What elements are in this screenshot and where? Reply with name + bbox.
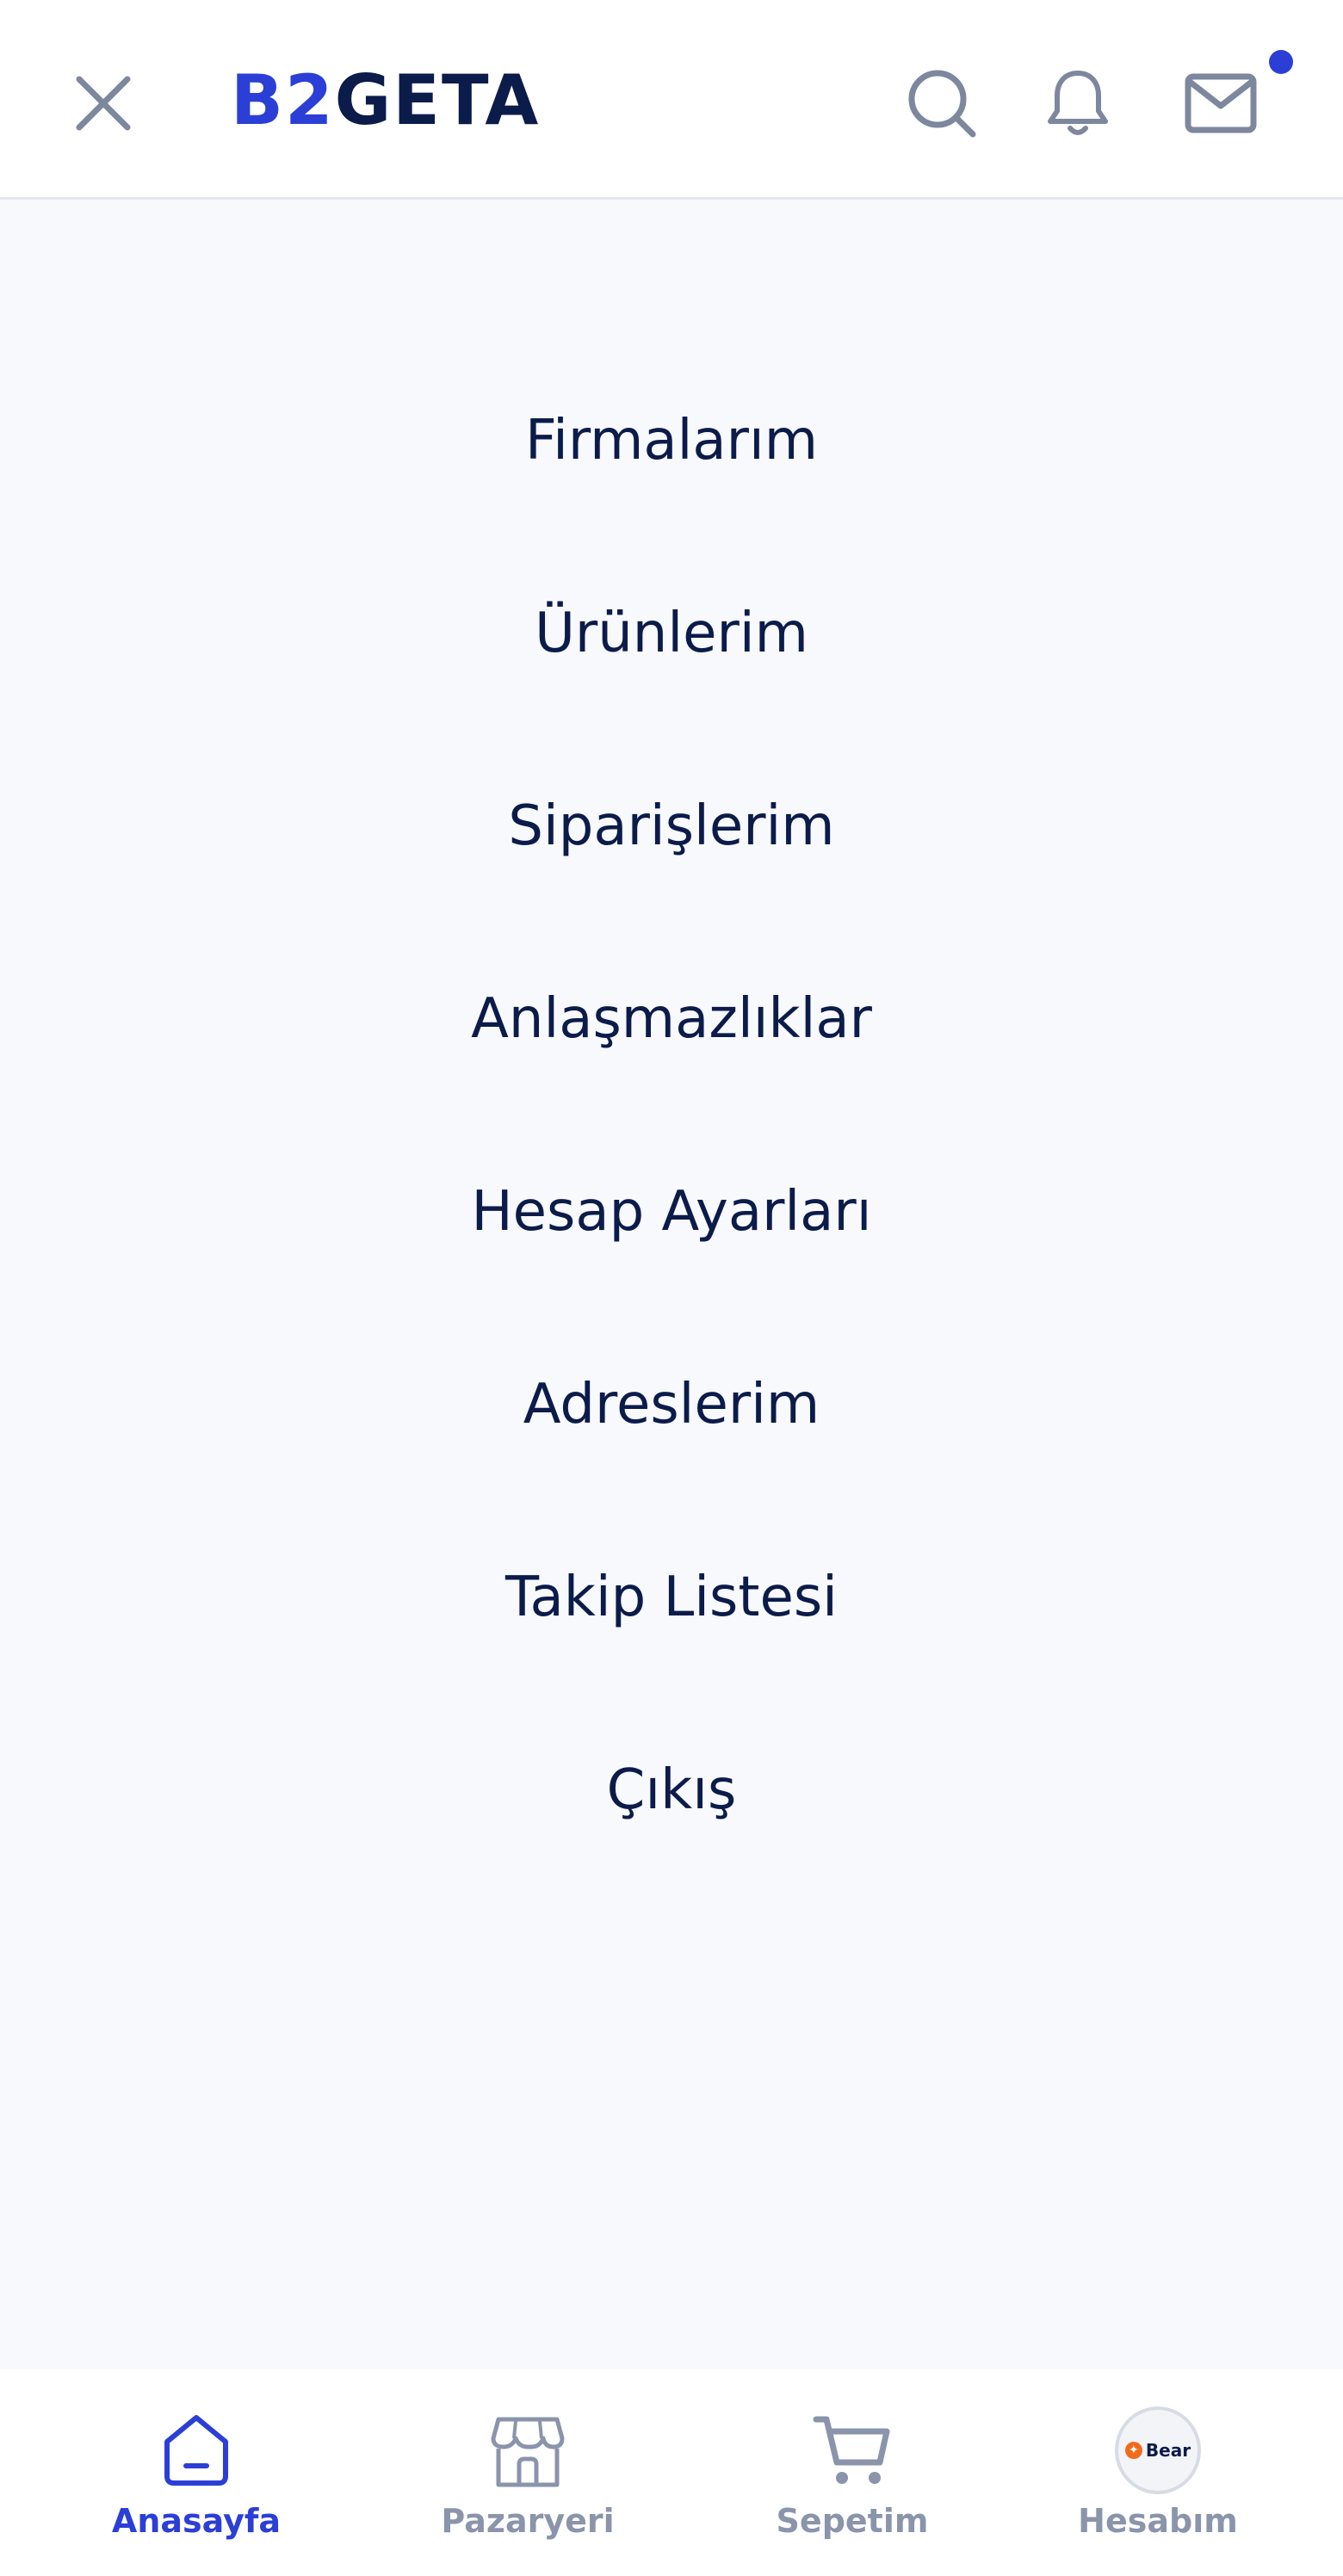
menu-item-anlasmazliklar[interactable]: Anlaşmazlıklar [0, 923, 1343, 1115]
menu-item-firmalarim[interactable]: Firmalarım [0, 344, 1343, 537]
app-root: B2GETA Firmalarım Ürünlerim Siparişleri [0, 0, 1343, 2576]
menu-item-takip-listesi[interactable]: Takip Listesi [0, 1501, 1343, 1694]
close-icon [76, 76, 131, 131]
mail-icon [1185, 73, 1257, 133]
unread-indicator [1269, 50, 1293, 74]
nav-item-anasayfa[interactable]: Anasayfa [110, 2369, 282, 2576]
search-icon [908, 70, 976, 138]
logo-text-geta: GETA [334, 60, 541, 140]
account-menu: Firmalarım Ürünlerim Siparişlerim Anlaşm… [0, 344, 1343, 1887]
logo-text-b2: B2 [231, 60, 335, 140]
nav-label: Anasayfa [111, 2502, 282, 2540]
home-icon [164, 2415, 228, 2486]
bear-logo-icon: ✦ [1124, 2442, 1142, 2459]
menu-item-siparislerim[interactable]: Siparişlerim [0, 730, 1343, 923]
avatar-text: Bear [1145, 2440, 1191, 2461]
menu-item-urunlerim[interactable]: Ürünlerim [0, 537, 1343, 730]
menu-item-cikis[interactable]: Çıkış [0, 1694, 1343, 1887]
notifications-button[interactable] [1035, 60, 1121, 146]
store-icon [491, 2417, 565, 2487]
avatar: ✦ Bear [1115, 2406, 1201, 2494]
bell-icon [1048, 71, 1108, 135]
nav-label: Pazaryeri [441, 2502, 615, 2540]
cart-icon [813, 2416, 890, 2484]
close-menu-button[interactable] [67, 67, 139, 139]
menu-item-adreslerim[interactable]: Adreslerim [0, 1308, 1343, 1501]
nav-label: Sepetim [776, 2502, 929, 2540]
nav-item-sepetim[interactable]: Sepetim [766, 2369, 938, 2576]
top-header: B2 GETA [0, 0, 1343, 200]
search-button[interactable] [899, 60, 985, 146]
nav-item-hesabim[interactable]: ✦ Bear Hesabım [1076, 2369, 1240, 2576]
messages-button[interactable] [1178, 60, 1264, 146]
brand-logo[interactable]: B2 GETA [231, 60, 541, 140]
menu-item-hesap-ayarlari[interactable]: Hesap Ayarları [0, 1115, 1343, 1308]
nav-item-pazaryeri[interactable]: Pazaryeri [437, 2369, 618, 2576]
nav-label: Hesabım [1078, 2502, 1238, 2540]
bottom-navigation: Anasayfa Pazaryeri Sepetim ✦ Bear Hesabı… [0, 2369, 1343, 2576]
